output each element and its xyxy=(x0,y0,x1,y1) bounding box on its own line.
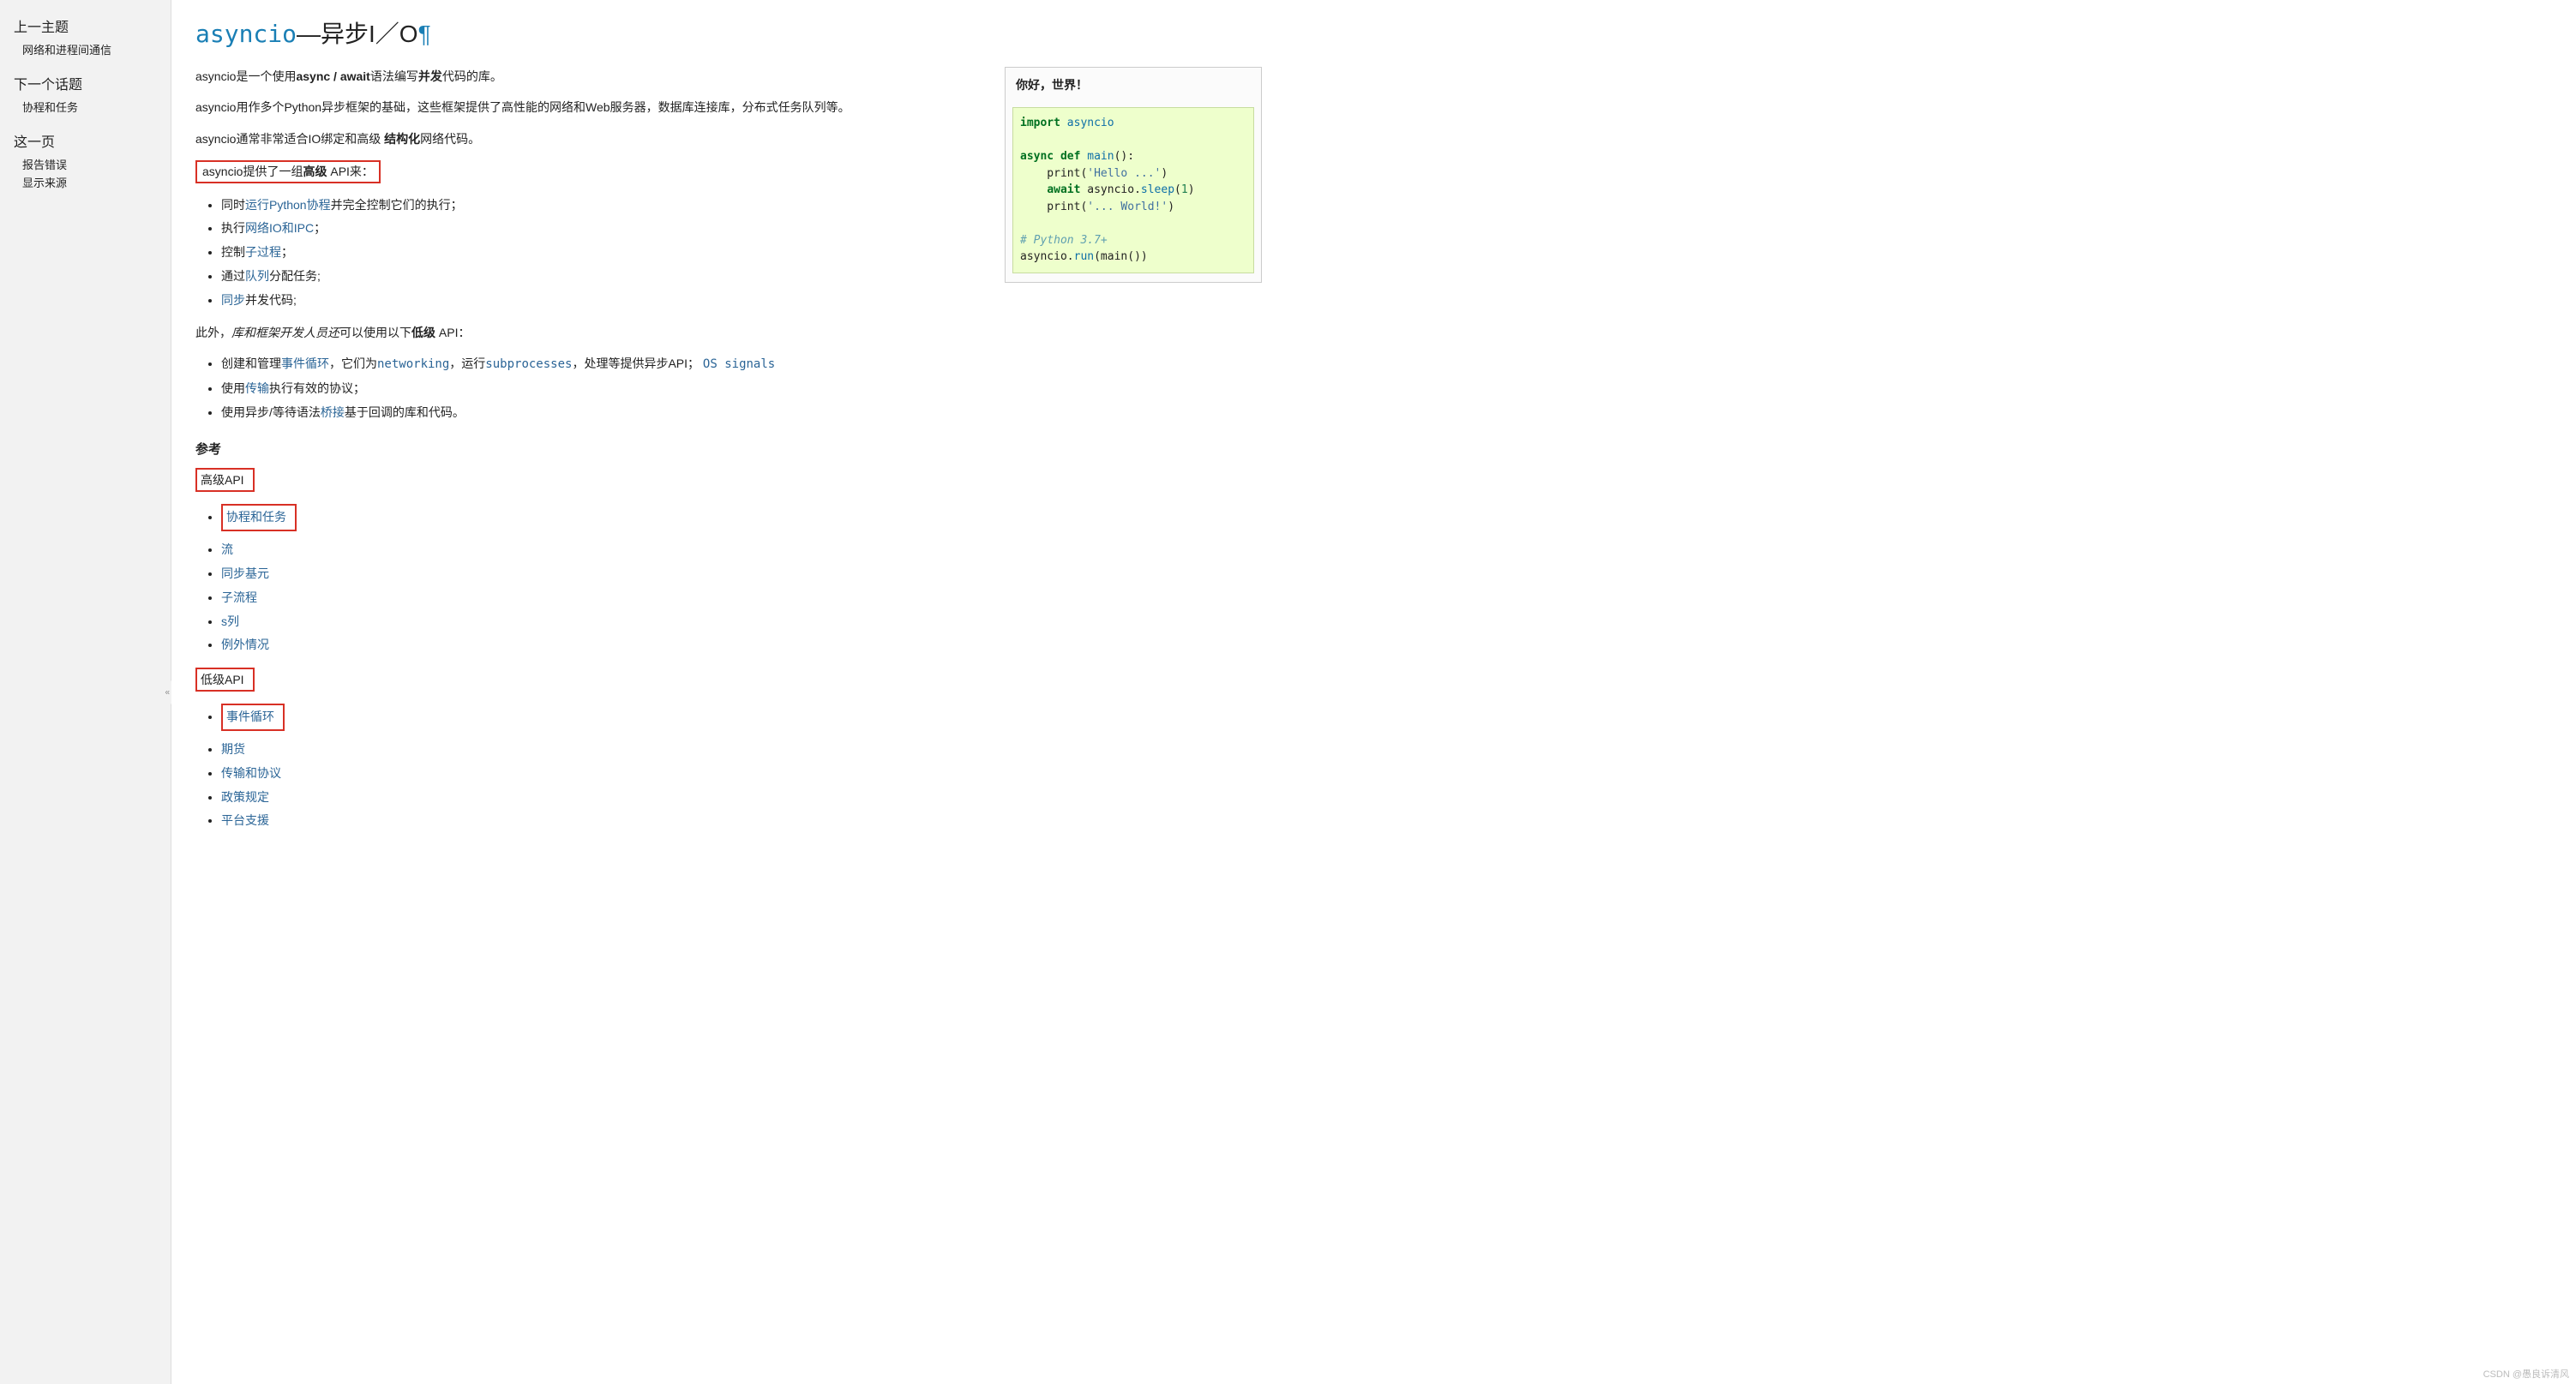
list-item: 传输和协议 xyxy=(221,764,1262,784)
low-level-api-list: 事件循环 期货 传输和协议 政策规定 平台支援 xyxy=(221,704,1262,831)
list-item: 同步并发代码; xyxy=(221,291,1262,311)
link-subprocess-ref[interactable]: 子流程 xyxy=(221,590,257,604)
sidebar-prev-link[interactable]: 网络和进程间通信 xyxy=(22,41,157,57)
list-item: s列 xyxy=(221,612,1262,632)
list-item: 例外情况 xyxy=(221,635,1262,656)
link-transports-protocols[interactable]: 传输和协议 xyxy=(221,766,281,780)
sidebar-report-bug[interactable]: 报告错误 xyxy=(22,156,157,172)
link-coroutines-tasks[interactable]: 协程和任务 xyxy=(226,510,286,524)
list-item: 使用传输执行有效的协议； xyxy=(221,379,1262,399)
title-suffix: —异步I／O xyxy=(297,21,418,47)
low-level-intro: 此外，库和框架开发人员还可以使用以下低级 API： xyxy=(195,323,1262,342)
link-os-signals[interactable]: OS signals xyxy=(703,357,775,371)
link-subprocess[interactable]: 子过程 xyxy=(245,245,281,259)
low-level-list: 创建和管理事件循环，它们为networking，运行subprocesses，处… xyxy=(221,354,1262,422)
sidebar-thispage-heading: 这一页 xyxy=(14,130,157,151)
list-item: 平台支援 xyxy=(221,811,1262,831)
link-streams[interactable]: 流 xyxy=(221,542,233,556)
sidebar-next-heading: 下一个话题 xyxy=(14,73,157,93)
list-item: 使用异步/等待语法桥接基于回调的库和代码。 xyxy=(221,403,1262,423)
hello-world-box: 你好，世界！ import asyncio async def main(): … xyxy=(1005,67,1262,283)
hello-world-heading: 你好，世界！ xyxy=(1006,68,1261,102)
list-item: 期货 xyxy=(221,740,1262,760)
reference-heading: 参考 xyxy=(195,440,1262,458)
sidebar-next-link[interactable]: 协程和任务 xyxy=(22,99,157,115)
title-module-name: asyncio xyxy=(195,20,297,48)
link-transports[interactable]: 传输 xyxy=(245,381,269,395)
list-item: 事件循环 xyxy=(221,704,1262,736)
link-sync-primitives[interactable]: 同步基元 xyxy=(221,566,269,580)
watermark: CSDN @愚良诉清风 xyxy=(2483,1367,2569,1381)
sidebar-show-source[interactable]: 显示来源 xyxy=(22,174,157,190)
link-networking[interactable]: networking xyxy=(377,357,449,371)
link-subprocesses[interactable]: subprocesses xyxy=(485,357,572,371)
sidebar-collapse-handle[interactable]: « xyxy=(163,680,171,704)
title-permalink-icon[interactable]: ¶ xyxy=(418,21,431,47)
list-item: 流 xyxy=(221,540,1262,560)
list-item: 政策规定 xyxy=(221,788,1262,808)
sidebar-this-page: 这一页 报告错误 显示来源 xyxy=(14,130,157,190)
list-item: 创建和管理事件循环，它们为networking，运行subprocesses，处… xyxy=(221,354,1262,375)
link-bridge[interactable]: 桥接 xyxy=(321,405,345,419)
link-queues[interactable]: 队列 xyxy=(245,269,269,283)
sidebar-prev-heading: 上一主题 xyxy=(14,15,157,36)
link-sync[interactable]: 同步 xyxy=(221,293,245,307)
link-event-loops[interactable]: 事件循环 xyxy=(281,356,329,370)
main-content: asyncio—异步I／O¶ 你好，世界！ import asyncio asy… xyxy=(171,0,1286,1384)
link-network-io[interactable]: 网络IO和IPC xyxy=(245,221,314,235)
code-example: import asyncio async def main(): print('… xyxy=(1012,107,1254,273)
high-level-api-list: 协程和任务 流 同步基元 子流程 s列 例外情况 xyxy=(221,504,1262,656)
link-exceptions[interactable]: 例外情况 xyxy=(221,638,269,651)
link-platform-support[interactable]: 平台支援 xyxy=(221,813,269,827)
high-level-api-heading: 高级API xyxy=(195,468,1262,497)
link-policies[interactable]: 政策规定 xyxy=(221,790,269,804)
link-run-coroutines[interactable]: 运行Python协程 xyxy=(245,198,331,212)
page-title: asyncio—异步I／O¶ xyxy=(195,15,1262,50)
low-level-api-heading: 低级API xyxy=(195,668,1262,697)
link-queues-ref[interactable]: s列 xyxy=(221,614,239,628)
sidebar-next-topic: 下一个话题 协程和任务 xyxy=(14,73,157,115)
list-item: 同步基元 xyxy=(221,564,1262,584)
list-item: 协程和任务 xyxy=(221,504,1262,536)
link-event-loop-ref[interactable]: 事件循环 xyxy=(226,710,274,723)
sidebar-prev-topic: 上一主题 网络和进程间通信 xyxy=(14,15,157,57)
list-item: 子流程 xyxy=(221,588,1262,608)
sidebar: 上一主题 网络和进程间通信 下一个话题 协程和任务 这一页 报告错误 显示来源 … xyxy=(0,0,171,1384)
link-futures[interactable]: 期货 xyxy=(221,742,245,756)
